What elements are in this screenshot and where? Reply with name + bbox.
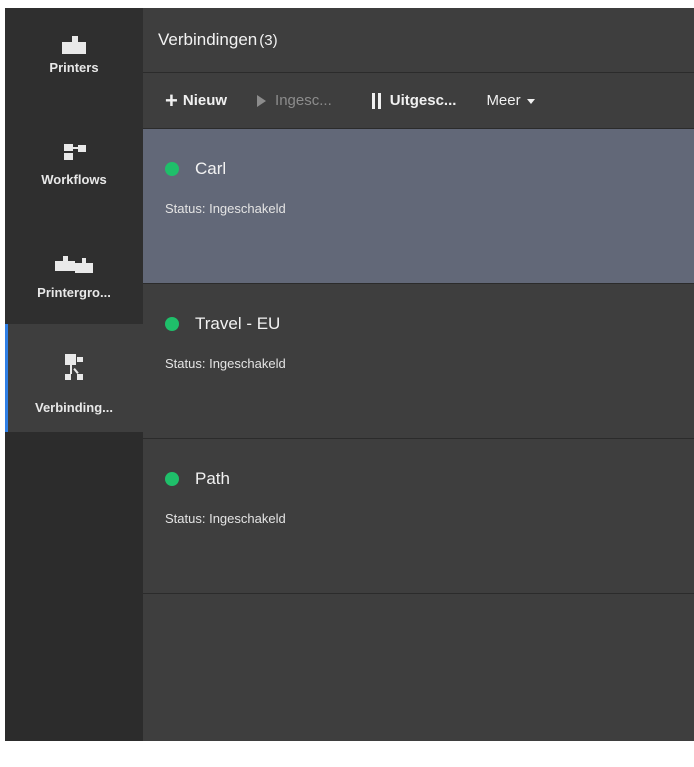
- connections-icon: [59, 352, 89, 386]
- connection-name: Travel - EU: [195, 314, 281, 333]
- play-icon: [257, 94, 267, 107]
- nav-item-workflows[interactable]: Workflows: [5, 128, 143, 208]
- nav-label: Verbinding...: [34, 400, 113, 415]
- connection-status: Status: Ingeschakeld: [165, 511, 286, 526]
- item-count: (3): [259, 31, 278, 49]
- workflow-icon: [59, 140, 89, 162]
- new-label: Nieuw: [182, 92, 228, 109]
- enable-label: Ingesc...: [275, 92, 332, 109]
- nav-label: Printers: [49, 60, 99, 75]
- nav-rail: Printers Workflows Printergro... Verbind…: [5, 8, 143, 741]
- new-button[interactable]: + Nieuw: [165, 87, 228, 113]
- more-menu-button[interactable]: Meer: [486, 92, 535, 109]
- status-dot-icon: [165, 472, 179, 486]
- page-header: Verbindingen (3): [143, 8, 694, 73]
- status-dot-icon: [165, 317, 179, 331]
- printer-icon: [59, 34, 89, 56]
- status-dot-icon: [165, 162, 179, 176]
- disable-label: Uitgesc...: [389, 92, 457, 109]
- disable-button[interactable]: Uitgesc...: [371, 92, 457, 109]
- nav-label: Workflows: [41, 172, 107, 187]
- list-item[interactable]: Carl Status: Ingeschakeld: [143, 129, 694, 284]
- nav-item-printer-groups[interactable]: Printergro...: [5, 243, 143, 313]
- nav-item-printers[interactable]: Printers: [5, 20, 143, 94]
- chevron-down-icon: [526, 99, 535, 104]
- plus-icon: +: [165, 87, 178, 113]
- app-window: Printers Workflows Printergro... Verbind…: [5, 8, 694, 741]
- list-item[interactable]: Travel - EU Status: Ingeschakeld: [143, 284, 694, 439]
- connection-name: Path: [195, 469, 230, 488]
- connection-name: Carl: [195, 159, 227, 178]
- connection-list: Carl Status: Ingeschakeld Travel - EU St…: [143, 129, 694, 594]
- page-title: Verbindingen: [158, 30, 258, 49]
- nav-label: Printergro...: [37, 285, 111, 300]
- connection-status: Status: Ingeschakeld: [165, 201, 286, 216]
- list-item[interactable]: Path Status: Ingeschakeld: [143, 439, 694, 594]
- printer-group-icon: [51, 253, 97, 275]
- connection-status: Status: Ingeschakeld: [165, 356, 286, 371]
- more-label: Meer: [486, 92, 521, 109]
- main-panel: Verbindingen (3) + Nieuw Ingesc... Uitge…: [143, 8, 694, 741]
- nav-item-connections[interactable]: Verbinding...: [5, 324, 143, 432]
- enable-button[interactable]: Ingesc...: [257, 92, 332, 109]
- pause-icon: [371, 92, 381, 109]
- toolbar: + Nieuw Ingesc... Uitgesc... Meer: [143, 73, 694, 129]
